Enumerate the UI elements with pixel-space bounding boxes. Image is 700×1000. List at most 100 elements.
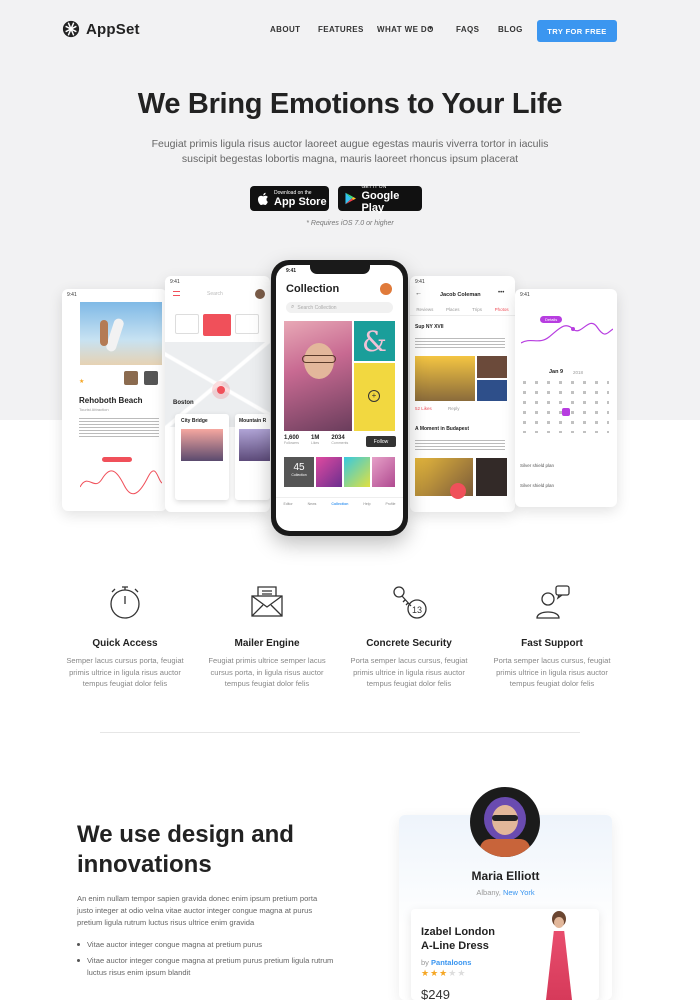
post-title: A Moment in Budapest	[415, 426, 469, 432]
avatar[interactable]	[380, 283, 392, 295]
design-title-line: We use design and	[77, 821, 294, 848]
add-tile[interactable]: +	[354, 363, 395, 431]
feature-title: Fast Support	[521, 638, 583, 649]
calendar-grid[interactable]	[523, 381, 609, 433]
budapest-thumbnail	[476, 458, 507, 496]
gallery-thumbnail[interactable]	[344, 457, 370, 487]
product-title-line: A-Line Dress	[421, 940, 489, 952]
collection-count-tile[interactable]: 45 Collection	[284, 457, 314, 487]
nav-features[interactable]: FEATURES	[318, 25, 364, 34]
search-icon: ⌕	[291, 304, 295, 310]
more-icon[interactable]: •••	[498, 290, 504, 296]
map-search[interactable]: Search	[207, 291, 223, 297]
star-filled-icon: ★	[421, 968, 431, 978]
search-placeholder: Search Collection	[297, 304, 337, 311]
tab-profile[interactable]: Profile	[386, 502, 396, 506]
tab-photos[interactable]: Photos	[495, 307, 509, 312]
menu-icon[interactable]	[173, 291, 180, 296]
avatar[interactable]	[255, 289, 265, 299]
mountain-photo	[239, 429, 270, 461]
line-chart	[521, 322, 613, 344]
collection-title: Collection	[286, 283, 340, 295]
feature-title: Mailer Engine	[234, 638, 300, 649]
feature-title: Concrete Security	[366, 638, 452, 649]
design-title-line: innovations	[77, 851, 212, 878]
tab-places[interactable]: Places	[446, 307, 460, 312]
place-subtitle: Tourist Attraction	[79, 407, 109, 412]
letter-art-tile[interactable]: &	[354, 321, 395, 361]
feature-text: Feugiat primis ultrice semper lacus curs…	[208, 656, 326, 688]
feature-text: Semper lacus cursus porta, feugiat primi…	[66, 656, 184, 688]
tab-news[interactable]: News	[308, 502, 317, 506]
design-text: An enim nullam tempor sapien gravida don…	[77, 894, 318, 927]
nav-faqs[interactable]: FAQS	[456, 25, 479, 34]
google-play-button[interactable]: GET IT ON Google Play	[338, 184, 422, 214]
likes-count[interactable]: 52 Likes	[415, 406, 432, 411]
keys-icon: 13	[393, 586, 427, 619]
screen-calendar: 9:41 Details Jan 9 2018 Silver shield pl…	[515, 289, 617, 507]
camera-button[interactable]	[450, 483, 466, 499]
portrait-photo[interactable]	[284, 321, 352, 431]
status-time: 9:41	[170, 279, 180, 285]
app-store-button[interactable]: Download on the App Store	[250, 186, 329, 211]
profile-region[interactable]: New York	[503, 888, 535, 897]
tab-collection[interactable]: Collection	[331, 502, 348, 506]
beach-photo	[80, 302, 162, 365]
nav-what-we-do[interactable]: WHAT WE DO	[377, 25, 434, 34]
category-tile-active[interactable]	[203, 314, 231, 336]
place-card-title: Mountain R	[239, 418, 267, 424]
event-item[interactable]: Silver shield plan	[520, 483, 554, 488]
design-bullets: Vitae auctor integer congue magna at pre…	[77, 939, 337, 983]
product-price: $249	[421, 987, 450, 1000]
tab-editor[interactable]: Editor	[284, 502, 293, 506]
feature-title: Quick Access	[92, 638, 158, 649]
category-tile[interactable]	[175, 314, 199, 334]
main-phone: 9:41 Collection ⌕ Search Collection & + …	[271, 260, 408, 536]
status-time: 9:41	[520, 292, 530, 298]
map-pin-icon[interactable]	[217, 386, 225, 394]
try-for-free-button[interactable]: TRY FOR FREE	[537, 20, 617, 42]
wave-chart	[80, 470, 162, 495]
reply-link[interactable]: Reply	[448, 406, 460, 411]
event-item[interactable]: Silver shield plan	[520, 463, 554, 468]
place-card[interactable]: Mountain R	[235, 414, 270, 500]
phone-notch	[310, 265, 370, 274]
brand-link[interactable]: Pantaloons	[431, 958, 471, 967]
nav-about[interactable]: ABOUT	[270, 25, 300, 34]
google-play-icon	[345, 192, 356, 205]
follow-button[interactable]: Follow	[366, 436, 396, 447]
tab-trips[interactable]: Trips	[472, 307, 482, 312]
hero-title: We Bring Emotions to Your Life	[137, 88, 563, 120]
nav-blog[interactable]: BLOG	[498, 25, 523, 34]
selected-date[interactable]	[562, 408, 570, 416]
profile-tabs: Reviews Places Trips Photos	[410, 307, 515, 316]
collection-search[interactable]: ⌕ Search Collection	[286, 302, 393, 313]
product-title-line: Izabel London	[421, 926, 495, 938]
tab-help[interactable]: Help	[363, 502, 370, 506]
stat-label: Comments	[331, 441, 349, 445]
star-empty-icon: ★	[457, 968, 467, 978]
place-card[interactable]: City Bridge	[175, 414, 229, 500]
stat-likes: 1M Likes	[311, 435, 319, 445]
product-title: Izabel London A-Line Dress	[421, 925, 521, 953]
star-icon: ★	[79, 379, 85, 385]
profile-avatar[interactable]	[470, 787, 540, 857]
back-arrow-icon[interactable]: ←	[415, 290, 422, 297]
feature-quick-access: Quick Access Semper lacus cursus porta, …	[58, 582, 192, 690]
tab-reviews[interactable]: Reviews	[416, 307, 433, 312]
taxi-photo	[415, 356, 475, 401]
status-time: 9:41	[286, 268, 297, 274]
category-tile[interactable]	[235, 314, 259, 334]
gallery-thumbnail[interactable]	[316, 457, 342, 487]
rating-stars: ★★★★★	[421, 968, 466, 979]
profile-city: Albany,	[476, 888, 501, 897]
bridge-thumbnail	[477, 380, 507, 401]
feature-text: Porta semper lacus cursus, feugiat primi…	[350, 656, 468, 688]
status-time: 9:41	[67, 292, 77, 298]
list-item: Vitae auctor integer congue magna at pre…	[77, 955, 337, 979]
bridge-photo	[181, 429, 223, 461]
google-play-big: Google Play	[361, 189, 400, 214]
gallery-thumbnail[interactable]	[372, 457, 395, 487]
stat-followers: 1,600 Followers	[284, 435, 299, 445]
dress-photo	[532, 909, 587, 1000]
